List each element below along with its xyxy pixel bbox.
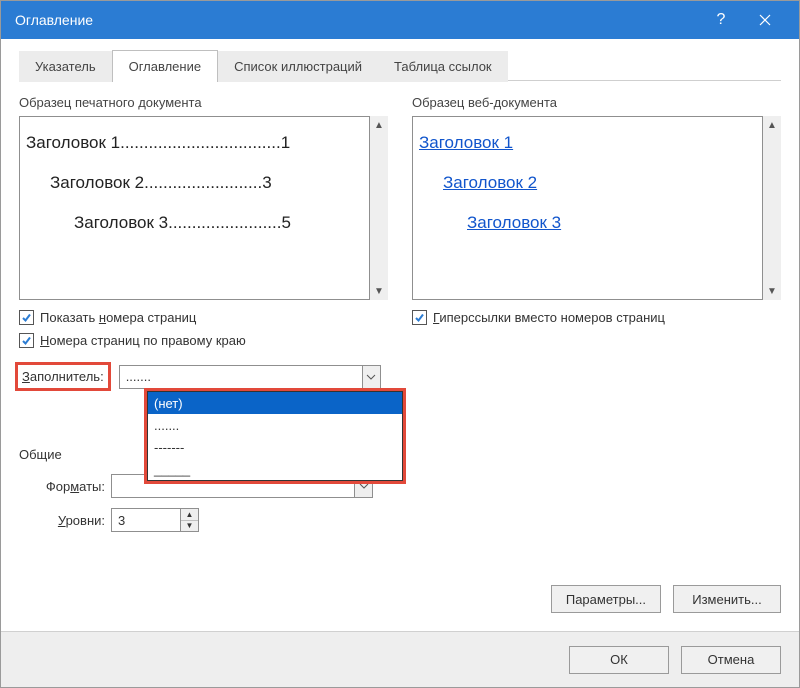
cancel-button[interactable]: Отмена [681, 646, 781, 674]
web-preview: Заголовок 1 Заголовок 2 Заголовок 3 [412, 116, 763, 300]
levels-spin[interactable]: 3 ▲ ▼ [111, 508, 199, 532]
levels-value[interactable]: 3 [112, 509, 180, 531]
print-preview: Заголовок 1 ............................… [19, 116, 370, 300]
print-preview-line: Заголовок 3 ........................ 5 [26, 203, 363, 243]
web-preview-line: Заголовок 3 [419, 203, 756, 243]
print-preview-line: Заголовок 2 ......................... 3 [26, 163, 363, 203]
web-preview-link[interactable]: Заголовок 3 [467, 213, 561, 232]
leader-option-none[interactable]: (нет) [148, 392, 402, 414]
toc-dialog: Оглавление ? Указатель Оглавление Список… [0, 0, 800, 688]
spin-down-icon[interactable]: ▼ [181, 521, 198, 532]
formats-label: Форматы: [19, 479, 111, 494]
check-icon [19, 333, 34, 348]
leader-option-underscore[interactable]: _____ [148, 458, 402, 480]
chevron-down-icon[interactable] [362, 366, 380, 388]
web-preview-link[interactable]: Заголовок 1 [419, 133, 513, 152]
options-button[interactable]: Параметры... [551, 585, 661, 613]
leader-field-row: Заполнитель: ....... (нет) ....... -----… [19, 362, 781, 391]
spin-up-icon[interactable]: ▲ [181, 509, 198, 521]
scroll-up-icon[interactable]: ▲ [370, 116, 388, 134]
tab-authorities[interactable]: Таблица ссылок [378, 51, 508, 82]
ok-button[interactable]: ОК [569, 646, 669, 674]
web-preview-scrollbar[interactable]: ▲ ▼ [763, 116, 781, 300]
print-preview-label: Образец печатного документа [19, 95, 388, 110]
leader-option-dashes[interactable]: ------- [148, 436, 402, 458]
close-icon [759, 14, 771, 26]
print-preview-scrollbar[interactable]: ▲ ▼ [370, 116, 388, 300]
leader-combo[interactable]: ....... [119, 365, 381, 389]
print-preview-line: Заголовок 1 ............................… [26, 123, 363, 163]
check-icon [412, 310, 427, 325]
leader-dropdown-list[interactable]: (нет) ....... ------- _____ [147, 391, 403, 481]
web-preview-link[interactable]: Заголовок 2 [443, 173, 537, 192]
leader-option-dots[interactable]: ....... [148, 414, 402, 436]
levels-label: Уровни: [19, 513, 111, 528]
leader-combo-value: ....... [120, 366, 362, 388]
tab-toc[interactable]: Оглавление [112, 50, 218, 82]
scroll-up-icon[interactable]: ▲ [763, 116, 781, 134]
leader-dropdown-highlight: (нет) ....... ------- _____ [144, 388, 406, 484]
scroll-down-icon[interactable]: ▼ [370, 282, 388, 300]
levels-row: Уровни: 3 ▲ ▼ [19, 508, 781, 532]
check-icon [19, 310, 34, 325]
checkbox-hyperlinks[interactable]: Гиперссылки вместо номеров страниц [412, 310, 781, 325]
titlebar: Оглавление ? [1, 1, 799, 39]
tab-index[interactable]: Указатель [19, 51, 112, 82]
scroll-down-icon[interactable]: ▼ [763, 282, 781, 300]
web-preview-line: Заголовок 1 [419, 123, 756, 163]
tab-strip: Указатель Оглавление Список иллюстраций … [19, 49, 781, 81]
help-button[interactable]: ? [699, 1, 743, 39]
web-preview-line: Заголовок 2 [419, 163, 756, 203]
modify-button[interactable]: Изменить... [673, 585, 781, 613]
checkbox-right-align-numbers[interactable]: Номера страниц по правому краю [19, 333, 388, 348]
close-button[interactable] [743, 1, 787, 39]
dialog-footer: ОК Отмена [1, 631, 799, 687]
leader-label-highlight: Заполнитель: [15, 362, 111, 391]
checkbox-show-page-numbers[interactable]: Показать номера страниц [19, 310, 388, 325]
tab-illustrations[interactable]: Список иллюстраций [218, 51, 378, 82]
window-title: Оглавление [15, 12, 699, 28]
web-preview-label: Образец веб-документа [412, 95, 781, 110]
leader-label: Заполнитель: [22, 369, 104, 384]
